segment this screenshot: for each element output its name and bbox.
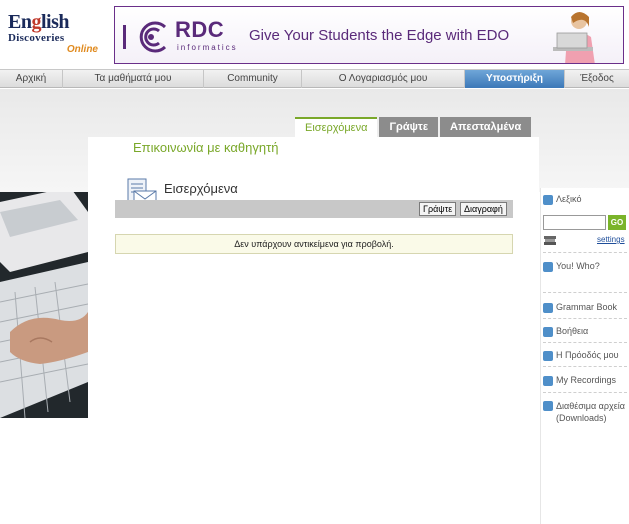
logo-line3: Online bbox=[66, 44, 98, 55]
sidebar-divider bbox=[543, 342, 627, 343]
delete-button[interactable]: Διαγραφή bbox=[460, 202, 507, 216]
empty-inbox-message: Δεν υπάρχουν αντικείμενα για προβολή. bbox=[115, 234, 513, 254]
grammar-book-icon bbox=[543, 303, 553, 313]
sidebar-divider bbox=[543, 292, 627, 293]
downloads-label: Διαθέσιμα αρχεία (Downloads) bbox=[556, 401, 625, 423]
write-button[interactable]: Γράψτε bbox=[419, 202, 457, 216]
banner-tagline: Give Your Students the Edge with EDO bbox=[249, 27, 510, 44]
chat-bubble-icon bbox=[543, 262, 553, 272]
my-recordings-label: My Recordings bbox=[556, 375, 617, 385]
recordings-icon bbox=[543, 376, 553, 386]
section-title: Εισερχόμενα bbox=[164, 181, 238, 196]
sidebar-divider bbox=[543, 392, 627, 393]
main-nav: Αρχική Τα μαθήματά μου Community Ο Λογαρ… bbox=[0, 69, 629, 88]
rdc-swirl-icon bbox=[123, 21, 167, 53]
woman-with-laptop-image bbox=[553, 12, 595, 63]
dictionary-header: Λεξικό bbox=[543, 194, 581, 205]
progress-icon bbox=[543, 351, 553, 361]
logo-line2: Discoveries bbox=[8, 32, 65, 44]
sidebar-item-my-recordings[interactable]: My Recordings bbox=[543, 375, 616, 386]
right-sidebar: Λεξικό GO settings You! Who? Grammar Boo… bbox=[540, 188, 629, 524]
dictionary-settings-link[interactable]: settings bbox=[597, 235, 625, 244]
grammar-book-label: Grammar Book bbox=[556, 302, 618, 312]
my-progress-label: Η Πρόοδός μου bbox=[556, 350, 619, 360]
sidebar-item-help[interactable]: Βοήθεια bbox=[543, 326, 588, 337]
rdc-banner[interactable]: RDC informatics Give Your Students the E… bbox=[114, 6, 624, 64]
sidebar-item-my-progress[interactable]: Η Πρόοδός μου bbox=[543, 350, 619, 361]
tab-sent[interactable]: Απεσταλμένα bbox=[440, 117, 532, 137]
english-discoveries-logo[interactable]: English Discoveries Online bbox=[8, 12, 100, 62]
nav-logout[interactable]: Έξοδος bbox=[565, 70, 629, 88]
sidebar-divider bbox=[543, 318, 627, 319]
inbox-toolbar: Γράψτε Διαγραφή bbox=[115, 200, 513, 218]
sidebar-item-grammar-book[interactable]: Grammar Book bbox=[543, 302, 617, 313]
help-icon bbox=[543, 327, 553, 337]
rdc-brand-name: RDC bbox=[175, 17, 225, 42]
sidebar-item-downloads[interactable]: Διαθέσιμα αρχεία (Downloads) bbox=[543, 400, 629, 424]
tab-write[interactable]: Γράψτε bbox=[379, 117, 439, 137]
dictionary-label: Λεξικό bbox=[556, 194, 582, 204]
dictionary-go-button[interactable]: GO bbox=[608, 215, 626, 230]
nav-my-account[interactable]: Ο Λογαριασμός μου bbox=[302, 70, 465, 88]
download-icon bbox=[543, 401, 553, 411]
help-label: Βοήθεια bbox=[556, 326, 589, 336]
logo-line1: English bbox=[8, 11, 70, 33]
dictionary-search-input[interactable] bbox=[543, 215, 606, 230]
sidebar-divider bbox=[543, 366, 627, 367]
sidebar-item-you-who[interactable]: You! Who? bbox=[543, 261, 600, 272]
nav-my-lessons[interactable]: Τα μαθήματά μου bbox=[63, 70, 204, 88]
nav-community[interactable]: Community bbox=[204, 70, 302, 88]
rdc-brand-sub: informatics bbox=[177, 43, 238, 52]
you-who-label: You! Who? bbox=[556, 261, 600, 271]
keyboard-typing-photo bbox=[0, 192, 88, 418]
page-title: Επικοινωνία με καθηγητή bbox=[133, 140, 279, 155]
sidebar-divider bbox=[543, 252, 627, 253]
nav-home[interactable]: Αρχική bbox=[0, 70, 63, 88]
tab-inbox[interactable]: Εισερχόμενα bbox=[295, 117, 378, 137]
message-tabs: Εισερχόμενα Γράψτε Απεσταλμένα bbox=[295, 117, 532, 137]
books-icon bbox=[544, 236, 556, 245]
dictionary-icon bbox=[543, 195, 553, 205]
app-window: English Discoveries Online RDC informati… bbox=[0, 0, 629, 524]
nav-support[interactable]: Υποστήριξη bbox=[465, 70, 565, 88]
